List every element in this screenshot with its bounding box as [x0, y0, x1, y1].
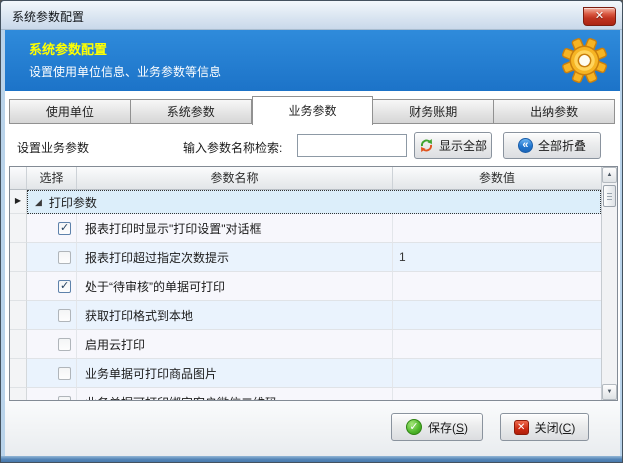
- row-indicator-arrow: ▶: [10, 190, 27, 214]
- gear-icon: [561, 37, 608, 84]
- param-name-cell: 业务单据可打印商品图片: [77, 359, 393, 388]
- param-name-cell: 处于“待审核”的单据可打印: [77, 272, 393, 301]
- tab-system-params[interactable]: 系统参数: [131, 99, 252, 124]
- param-name-cell: 报表打印超过指定次数提示: [77, 243, 393, 272]
- show-all-label: 显示全部: [439, 137, 487, 154]
- row-indicator: [10, 388, 27, 400]
- indicator-header: [10, 167, 27, 189]
- row-indicator: [10, 272, 27, 301]
- group-label: 打印参数: [49, 194, 97, 211]
- close-x-icon: ✕: [514, 420, 529, 435]
- close-button[interactable]: ✕ 关闭(C): [500, 413, 589, 441]
- scroll-down-button[interactable]: ▼: [602, 384, 617, 400]
- group-cell[interactable]: ◢ 打印参数: [27, 190, 601, 214]
- tab-strip: 使用单位 系统参数 业务参数 财务账期 出纳参数: [9, 95, 615, 124]
- toolbar: 设置业务参数 输入参数名称检索: 显示全部 « 全部折叠: [5, 124, 620, 166]
- column-header-value[interactable]: 参数值: [393, 167, 601, 189]
- close-button-label: 关闭(C): [535, 419, 576, 436]
- select-cell: [27, 330, 77, 359]
- window-title: 系统参数配置: [12, 8, 84, 25]
- row-indicator: [10, 301, 27, 330]
- parameters-grid: 选择 参数名称 参数值 ▶ ◢ 打印参数 报表打印时显示"打印设置"对话框报表打…: [9, 166, 618, 401]
- select-cell: [27, 272, 77, 301]
- row-checkbox[interactable]: [58, 367, 71, 380]
- window-frame-bottom: [1, 456, 623, 463]
- table-row[interactable]: 业务单据可打印商品图片: [10, 359, 601, 388]
- select-cell: [27, 359, 77, 388]
- select-cell: [27, 301, 77, 330]
- vertical-scrollbar[interactable]: ▲ ▼: [601, 167, 617, 400]
- expand-collapse-icon[interactable]: ◢: [35, 198, 42, 207]
- header-banner: 系统参数配置 设置使用单位信息、业务参数等信息: [5, 30, 620, 91]
- select-cell: [27, 388, 77, 400]
- table-row[interactable]: 报表打印时显示"打印设置"对话框: [10, 214, 601, 243]
- row-checkbox[interactable]: [58, 396, 71, 401]
- table-row[interactable]: 报表打印超过指定次数提示1: [10, 243, 601, 272]
- content-panel: 使用单位 系统参数 业务参数 财务账期 出纳参数 设置业务参数 输入参数名称检索…: [5, 91, 620, 401]
- scrollbar-thumb[interactable]: [603, 185, 616, 207]
- grid-body: ▶ ◢ 打印参数 报表打印时显示"打印设置"对话框报表打印超过指定次数提示1处于…: [10, 190, 601, 400]
- grid-header-row: 选择 参数名称 参数值: [10, 167, 601, 190]
- row-indicator: [10, 359, 27, 388]
- row-checkbox[interactable]: [58, 309, 71, 322]
- search-input[interactable]: [297, 134, 407, 157]
- tab-cashier-params[interactable]: 出纳参数: [494, 99, 615, 124]
- banner-title: 系统参数配置: [29, 39, 107, 58]
- param-value-cell: [393, 301, 601, 330]
- row-checkbox[interactable]: [58, 251, 71, 264]
- row-indicator: [10, 214, 27, 243]
- close-window-button[interactable]: ✕: [583, 7, 616, 26]
- table-row[interactable]: 业务单据可打印绑定客户微信二维码: [10, 388, 601, 400]
- collapse-all-label: 全部折叠: [538, 137, 586, 154]
- show-all-button[interactable]: 显示全部: [414, 132, 492, 159]
- select-cell: [27, 214, 77, 243]
- param-value-cell: [393, 272, 601, 301]
- row-checkbox[interactable]: [58, 338, 71, 351]
- search-label: 输入参数名称检索:: [183, 139, 282, 156]
- param-name-cell: 启用云打印: [77, 330, 393, 359]
- table-row[interactable]: 获取打印格式到本地: [10, 301, 601, 330]
- banner-subtitle: 设置使用单位信息、业务参数等信息: [29, 63, 221, 80]
- param-name-cell: 获取打印格式到本地: [77, 301, 393, 330]
- collapse-all-icon: «: [518, 138, 533, 153]
- row-checkbox[interactable]: [58, 280, 71, 293]
- param-value-cell: [393, 330, 601, 359]
- titlebar[interactable]: 系统参数配置 ✕: [1, 1, 623, 30]
- param-value-cell: [393, 388, 601, 400]
- section-label: 设置业务参数: [17, 139, 89, 156]
- param-value-cell: 1: [393, 243, 601, 272]
- tab-finance-period[interactable]: 财务账期: [373, 99, 494, 124]
- group-row-print-params[interactable]: ▶ ◢ 打印参数: [10, 190, 601, 214]
- collapse-all-button[interactable]: « 全部折叠: [503, 132, 601, 159]
- scrollbar-track[interactable]: [602, 209, 617, 384]
- table-row[interactable]: 启用云打印: [10, 330, 601, 359]
- select-cell: [27, 243, 77, 272]
- system-parameter-dialog: 系统参数配置 ✕ 系统参数配置 设置使用单位信息、业务参数等信息: [0, 0, 623, 463]
- column-header-name[interactable]: 参数名称: [77, 167, 393, 189]
- tab-business-params[interactable]: 业务参数: [252, 96, 374, 125]
- scroll-up-button[interactable]: ▲: [602, 167, 617, 183]
- save-button-label: 保存(S): [428, 419, 468, 436]
- row-checkbox[interactable]: [58, 222, 71, 235]
- param-name-cell: 业务单据可打印绑定客户微信二维码: [77, 388, 393, 400]
- column-header-select[interactable]: 选择: [27, 167, 77, 189]
- close-icon: ✕: [595, 10, 604, 22]
- refresh-icon: [419, 138, 434, 153]
- param-value-cell: [393, 359, 601, 388]
- save-button[interactable]: ✓ 保存(S): [391, 413, 483, 441]
- tab-usage-unit[interactable]: 使用单位: [9, 99, 131, 124]
- row-indicator: [10, 243, 27, 272]
- row-indicator: [10, 330, 27, 359]
- save-check-icon: ✓: [406, 419, 422, 435]
- param-value-cell: [393, 214, 601, 243]
- param-name-cell: 报表打印时显示"打印设置"对话框: [77, 214, 393, 243]
- table-row[interactable]: 处于“待审核”的单据可打印: [10, 272, 601, 301]
- footer-bar: ✓ 保存(S) ✕ 关闭(C): [5, 401, 620, 456]
